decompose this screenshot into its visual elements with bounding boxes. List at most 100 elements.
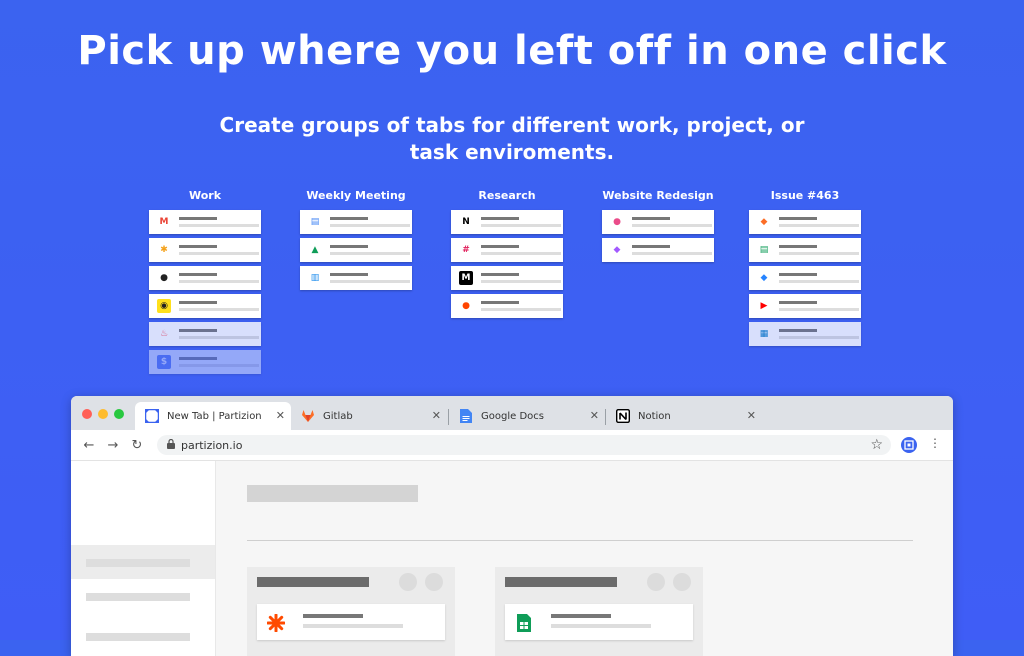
- more-menu-icon[interactable]: ⋮: [929, 436, 941, 450]
- tab-group[interactable]: Website Redesign ● ◆: [602, 189, 714, 266]
- placeholder-bar: [632, 217, 670, 220]
- saved-tab-card[interactable]: ▦: [749, 322, 861, 346]
- saved-tab-card[interactable]: ◉: [149, 294, 261, 318]
- saved-tab-card[interactable]: ●: [149, 266, 261, 290]
- google-docs-icon: [459, 409, 473, 423]
- browser-tab-label: New Tab | Partizion: [167, 410, 262, 422]
- saved-tab-card[interactable]: ●: [451, 294, 563, 318]
- saved-tab-card[interactable]: [257, 604, 445, 640]
- saved-tab-card[interactable]: ◆: [749, 210, 861, 234]
- forward-arrow-icon[interactable]: →: [101, 438, 125, 453]
- placeholder-bar: [86, 593, 190, 601]
- placeholder-lines: [179, 245, 261, 255]
- browser-window: New Tab | Partizion ✕ Gitlab ✕ Google Do…: [71, 396, 953, 656]
- tab-group[interactable]: Issue #463 ◆ ▤ ◆ ▶ ▦: [749, 189, 861, 350]
- medium-icon: M: [459, 271, 473, 285]
- placeholder-bar: [179, 308, 259, 311]
- tab-group[interactable]: Work M ✱ ● ◉ ♨ $: [149, 189, 261, 378]
- close-window-button[interactable]: [82, 409, 92, 419]
- placeholder-lines: [481, 301, 563, 311]
- placeholder-bar: [179, 336, 259, 339]
- minimize-window-button[interactable]: [98, 409, 108, 419]
- sidebar-item[interactable]: [71, 545, 215, 579]
- placeholder-bar: [481, 301, 519, 304]
- address-bar[interactable]: partizion.io ☆: [157, 435, 891, 455]
- placeholder-bar: [779, 245, 817, 248]
- tab-strip: New Tab | Partizion ✕ Gitlab ✕ Google Do…: [71, 396, 953, 430]
- panel-action-button[interactable]: [673, 573, 691, 591]
- saved-tab-card[interactable]: ◆: [749, 266, 861, 290]
- placeholder-lines: [481, 217, 563, 227]
- saved-tab-card[interactable]: ♨: [149, 322, 261, 346]
- panel-action-button[interactable]: [647, 573, 665, 591]
- divider: [247, 540, 913, 541]
- sidebar-item[interactable]: [71, 579, 215, 613]
- panel-action-button[interactable]: [399, 573, 417, 591]
- saved-tab-card[interactable]: ●: [602, 210, 714, 234]
- maximize-window-button[interactable]: [114, 409, 124, 419]
- browser-tab-gitlab[interactable]: Gitlab ✕: [291, 402, 447, 430]
- saved-tab-card[interactable]: ▲: [300, 238, 412, 262]
- group-panel: [247, 567, 455, 656]
- placeholder-bar: [330, 280, 410, 283]
- close-tab-icon[interactable]: ✕: [590, 409, 599, 422]
- saved-tab-card[interactable]: ▥: [300, 266, 412, 290]
- placeholder-lines: [632, 217, 714, 227]
- placeholder-lines: [779, 217, 861, 227]
- sidebar-item[interactable]: [71, 619, 215, 653]
- saved-tab-card[interactable]: M: [451, 266, 563, 290]
- partizion-icon: [145, 409, 159, 423]
- saved-tab-card[interactable]: $: [149, 350, 261, 374]
- placeholder-bar: [179, 273, 217, 276]
- placeholder-bar: [330, 217, 368, 220]
- placeholder-bar: [330, 224, 410, 227]
- panel-title-placeholder: [257, 577, 369, 587]
- saved-tab-card[interactable]: ▤: [300, 210, 412, 234]
- tab-group[interactable]: Weekly Meeting ▤ ▲ ▥: [300, 189, 412, 294]
- saved-tab-card[interactable]: ◆: [602, 238, 714, 262]
- bookmark-star-icon[interactable]: ☆: [870, 437, 883, 453]
- trello-icon: ▦: [757, 327, 771, 341]
- placeholder-bar: [481, 217, 519, 220]
- placeholder-bar: [779, 224, 859, 227]
- placeholder-bar: [179, 364, 259, 367]
- placeholder-bar: [779, 273, 817, 276]
- close-tab-icon[interactable]: ✕: [276, 409, 285, 422]
- reddit-icon: ●: [459, 299, 473, 313]
- placeholder-lines: [330, 245, 412, 255]
- saved-tab-card[interactable]: #: [451, 238, 563, 262]
- placeholder-bar: [481, 280, 561, 283]
- browser-tab-google-docs[interactable]: Google Docs ✕: [449, 402, 605, 430]
- browser-tab-notion[interactable]: Notion ✕: [606, 402, 762, 430]
- saved-tab-card[interactable]: M: [149, 210, 261, 234]
- url-text: partizion.io: [181, 438, 243, 452]
- close-tab-icon[interactable]: ✕: [747, 409, 756, 422]
- browser-tab-partizion[interactable]: New Tab | Partizion ✕: [135, 402, 291, 430]
- back-arrow-icon[interactable]: ←: [77, 438, 101, 453]
- tab-group[interactable]: Research N # M ●: [451, 189, 563, 322]
- intercom-icon: ▥: [308, 271, 322, 285]
- placeholder-lines: [481, 245, 563, 255]
- saved-tab-card[interactable]: N: [451, 210, 563, 234]
- placeholder-lines: [779, 301, 861, 311]
- placeholder-bar: [330, 273, 368, 276]
- saved-tab-card[interactable]: ✱: [149, 238, 261, 262]
- group-panel: [495, 567, 703, 656]
- reload-icon[interactable]: ↻: [125, 438, 149, 453]
- saved-tab-card[interactable]: ▶: [749, 294, 861, 318]
- close-tab-icon[interactable]: ✕: [432, 409, 441, 422]
- panel-action-button[interactable]: [425, 573, 443, 591]
- placeholder-bar: [481, 224, 561, 227]
- page-content: [71, 461, 953, 656]
- tab-group-title: Research: [478, 189, 536, 202]
- saved-tab-card[interactable]: [505, 604, 693, 640]
- placeholder-bar: [303, 614, 363, 618]
- tab-group-title: Issue #463: [770, 189, 840, 202]
- partizion-extension-icon[interactable]: [901, 437, 917, 453]
- placeholder-lines: [330, 217, 412, 227]
- window-controls: [82, 409, 124, 419]
- placeholder-bar: [481, 245, 519, 248]
- google-sheets-icon: [515, 614, 533, 632]
- saved-tab-card[interactable]: ▤: [749, 238, 861, 262]
- placeholder-bar: [779, 252, 859, 255]
